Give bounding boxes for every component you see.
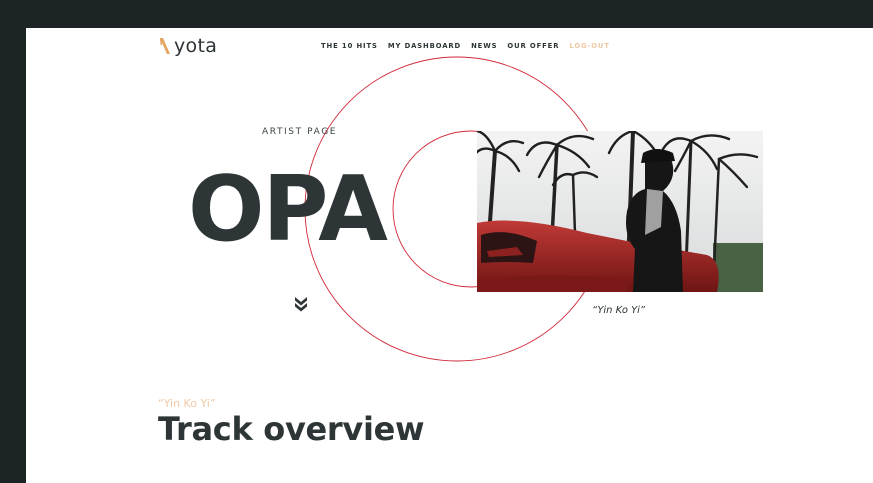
page: yota THE 10 HITS MY DASHBOARD NEWS OUR O…	[26, 28, 873, 483]
logo-mark-icon	[160, 38, 170, 54]
artist-name: OPA	[188, 157, 388, 262]
section-eyebrow: “Yin Ko Yi”	[158, 397, 216, 410]
nav-item-news[interactable]: NEWS	[471, 42, 497, 50]
logo[interactable]: yota	[158, 36, 217, 56]
nav-item-my-dashboard[interactable]: MY DASHBOARD	[388, 42, 461, 50]
main-nav: THE 10 HITS MY DASHBOARD NEWS OUR OFFER …	[321, 42, 610, 50]
nav-item-log-out[interactable]: LOG-OUT	[569, 42, 610, 50]
hero-photo	[477, 131, 763, 292]
double-chevron-down-icon[interactable]	[292, 294, 310, 312]
nav-item-our-offer[interactable]: OUR OFFER	[507, 42, 559, 50]
nav-item-the-10-hits[interactable]: THE 10 HITS	[321, 42, 378, 50]
photo-caption: “Yin Ko Yi”	[592, 305, 646, 316]
section-title: Track overview	[158, 410, 425, 448]
hero-eyebrow: ARTIST PAGE	[262, 127, 338, 137]
logo-text: yota	[174, 35, 218, 57]
